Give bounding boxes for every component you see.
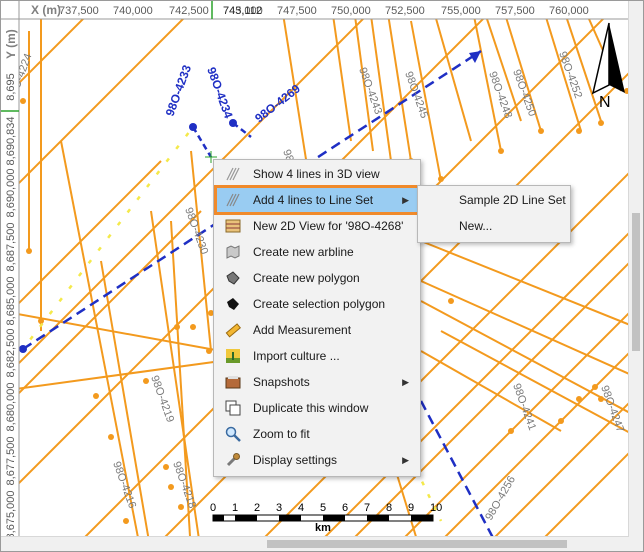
context-menu-item-ruler[interactable]: Add Measurement xyxy=(217,318,417,342)
context-menu-item-label: Create new polygon xyxy=(253,271,360,285)
x-axis-tick-label: 752,500 xyxy=(385,5,425,17)
selected-line-label-2: 98O-4234 xyxy=(204,65,236,120)
y-axis-tick-label: 8,675,000 xyxy=(5,491,17,540)
magnifier-icon xyxy=(225,426,241,442)
scale-bar-tick-label: 10 xyxy=(430,502,442,514)
selection-polygon-icon xyxy=(225,296,241,312)
context-menu-item-label: Create new arbline xyxy=(253,245,354,259)
context-menu-item-wrench[interactable]: Display settings ▶ xyxy=(217,448,417,472)
ruler-icon xyxy=(225,322,241,338)
scale-bar-tick-label: 8 xyxy=(386,502,392,514)
x-axis-tick-label: 760,000 xyxy=(549,5,589,17)
context-menu-item-label: Add 4 lines to Line Set xyxy=(253,193,374,207)
y-axis-tick-label: 8,682,500 xyxy=(5,329,17,378)
line-label: 98O-4250 xyxy=(510,68,538,118)
context-menu-item-selection-polygon[interactable]: Create selection polygon xyxy=(217,292,417,316)
context-menu: Show 4 lines in 3D view Add 4 lines to Li… xyxy=(213,159,421,477)
line-label: 98O-4243 xyxy=(356,66,384,116)
scale-bar-tick-label: 2 xyxy=(254,502,260,514)
scale-bar-tick-label: 7 xyxy=(364,502,370,514)
selected-line-label-3: 98O-4269 xyxy=(252,81,303,125)
horizontal-scrollbar[interactable] xyxy=(1,536,629,551)
context-menu-item-label: Add Measurement xyxy=(253,323,352,337)
import-culture-icon xyxy=(225,348,241,364)
context-menu-item-label: Snapshots xyxy=(253,375,310,389)
x-axis-tick-label: 747,500 xyxy=(277,5,317,17)
vertical-scrollbar[interactable] xyxy=(628,1,643,537)
context-menu-item-seismic-3d[interactable]: Show 4 lines in 3D view xyxy=(217,162,417,186)
context-menu-item-seismic-lineset[interactable]: Add 4 lines to Line Set ▶ xyxy=(214,185,420,215)
scale-bar-tick-label: 6 xyxy=(342,502,348,514)
seismic-3d-icon xyxy=(225,166,241,182)
camera-icon xyxy=(225,374,241,390)
y-axis-tick-label: 8,690,834 xyxy=(5,117,17,166)
context-menu-item-label: Zoom to fit xyxy=(253,427,310,441)
submenu-item-new[interactable]: New... xyxy=(421,214,567,238)
wrench-icon xyxy=(225,452,241,468)
context-menu-item-camera[interactable]: Snapshots ▶ xyxy=(217,370,417,394)
submenu-arrow-icon: ▶ xyxy=(402,455,409,465)
line-label: 98O-4218 xyxy=(170,460,198,510)
scale-bar: 0 1 2 3 4 5 6 7 8 9 10 km xyxy=(210,502,442,534)
context-menu-item-duplicate-window[interactable]: Duplicate this window xyxy=(217,396,417,420)
context-menu-item-label: Display settings xyxy=(253,453,338,467)
submenu-arrow-icon: ▶ xyxy=(402,377,409,387)
horizontal-scrollbar-thumb[interactable] xyxy=(267,540,567,548)
line-label: 98O-4219 xyxy=(148,374,176,424)
y-axis-title: Y (m) xyxy=(4,29,18,59)
context-menu-item-polygon[interactable]: Create new polygon xyxy=(217,266,417,290)
submenu-arrow-icon: ▶ xyxy=(402,195,409,205)
scale-bar-tick-label: 1 xyxy=(232,502,238,514)
context-menu-item-label: Import culture ... xyxy=(253,349,340,363)
context-menu-item-label: Create selection polygon xyxy=(253,297,386,311)
x-cursor-readout: 743,112 xyxy=(223,5,262,17)
line-label: 98O-4216 xyxy=(110,460,138,510)
context-menu-item-label: Duplicate this window xyxy=(253,401,369,415)
y-axis-tick-label: 8,687,500 xyxy=(5,223,17,272)
scale-bar-tick-label: 3 xyxy=(276,502,282,514)
context-menu-item-import-culture[interactable]: Import culture ... xyxy=(217,344,417,368)
submenu-item-label: New... xyxy=(459,219,493,233)
x-axis-title: X (m) xyxy=(31,3,61,17)
context-submenu-line-set: Sample 2D Line Set New... xyxy=(417,185,571,243)
x-axis-tick-label: 755,000 xyxy=(441,5,481,17)
scale-bar-tick-label: 0 xyxy=(210,502,216,514)
vertical-scrollbar-thumb[interactable] xyxy=(632,213,640,351)
scale-bar-unit: km xyxy=(315,522,331,534)
submenu-item-sample-2d-line-set[interactable]: Sample 2D Line Set xyxy=(421,188,567,212)
x-axis-tick-label: 742,500 xyxy=(169,5,209,17)
submenu-item-label: Sample 2D Line Set xyxy=(459,193,566,207)
x-axis-tick-label: 750,000 xyxy=(331,5,371,17)
seismic-2d-view-icon xyxy=(225,218,241,234)
y-axis-tick-labels: 8,695 8,690,834 8,690,000 8,687,500 8,685,00… xyxy=(5,73,17,539)
y-axis-tick-label: 8,690,000 xyxy=(5,169,17,218)
scale-bar-tick-label: 5 xyxy=(320,502,326,514)
scale-bar-tick-label: 9 xyxy=(408,502,414,514)
x-axis-tick-label: 737,500 xyxy=(59,5,99,17)
context-menu-item-seismic-2d-view[interactable]: New 2D View for '98O-4268' xyxy=(217,214,417,238)
north-arrow: N xyxy=(591,22,625,111)
scrollbar-corner xyxy=(629,537,643,551)
arbline-icon xyxy=(225,244,241,260)
scale-bar-tick-label: 4 xyxy=(298,502,304,514)
context-menu-item-label: New 2D View for '98O-4268' xyxy=(253,219,404,233)
y-axis-tick-label: 8,685,000 xyxy=(5,277,17,326)
x-axis-tick-label: 757,500 xyxy=(495,5,535,17)
duplicate-window-icon xyxy=(225,400,241,416)
context-menu-item-arbline[interactable]: Create new arbline xyxy=(217,240,417,264)
x-axis-tick-label: 740,000 xyxy=(113,5,153,17)
y-axis-tick-label: 8,680,000 xyxy=(5,383,17,432)
north-arrow-letter: N xyxy=(599,94,611,111)
context-menu-item-magnifier[interactable]: Zoom to fit xyxy=(217,422,417,446)
selected-line-label-1: 98O-4233 xyxy=(163,63,195,118)
y-axis-tick-label: 8,677,500 xyxy=(5,437,17,486)
seismic-lineset-icon xyxy=(225,192,241,208)
context-menu-item-label: Show 4 lines in 3D view xyxy=(253,167,380,181)
polygon-icon xyxy=(225,270,241,286)
map-view-window[interactable]: 98O-4233 98O-4234 98O-4269 98O-4224 98O-… xyxy=(0,0,644,552)
y-axis-tick-label: 8,695 xyxy=(5,73,17,101)
